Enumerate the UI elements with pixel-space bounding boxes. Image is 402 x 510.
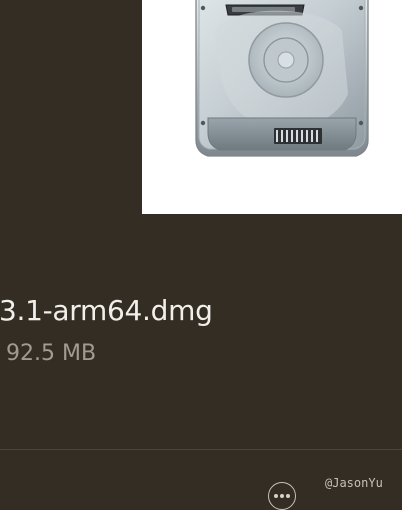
file-size: 92.5 MB <box>6 341 97 366</box>
file-name: 3.1-arm64.dmg <box>0 294 213 327</box>
more-options-button[interactable] <box>268 482 296 510</box>
more-icon <box>286 494 290 498</box>
more-icon <box>280 494 284 498</box>
more-icon <box>274 494 278 498</box>
section-divider <box>0 449 402 450</box>
hard-drive-icon <box>195 0 369 157</box>
watermark: @JasonYu <box>325 476 383 490</box>
file-preview-card <box>142 0 402 214</box>
